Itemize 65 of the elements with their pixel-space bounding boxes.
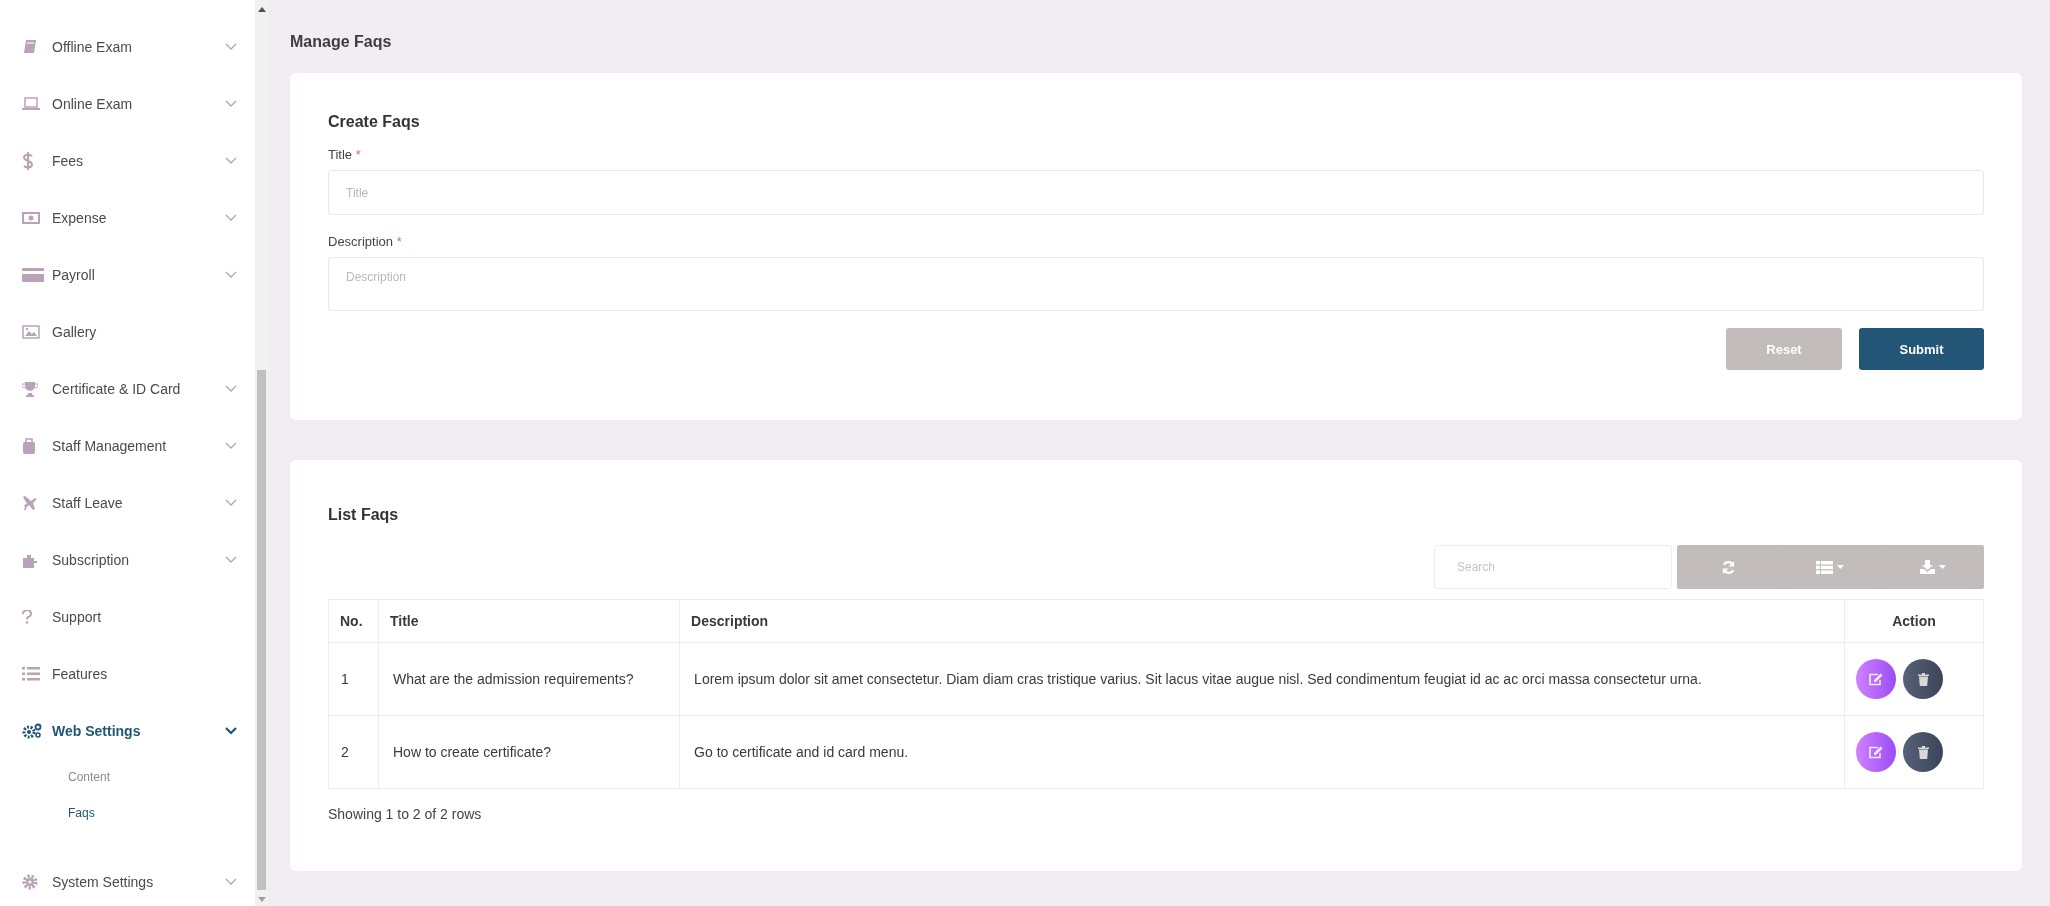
pagination-info: Showing 1 to 2 of 2 rows <box>328 806 482 822</box>
image-icon <box>22 324 40 339</box>
caret-icon <box>1837 565 1845 569</box>
trash-icon <box>1917 745 1929 759</box>
page-title: Manage Faqs <box>290 33 392 51</box>
sidebar-item[interactable]: Gallery <box>0 303 255 360</box>
title-input-field[interactable]: Title <box>328 170 1984 215</box>
trash-icon <box>1917 672 1929 686</box>
gears-icon <box>22 722 42 739</box>
sidebar-item[interactable]: Expense <box>0 189 255 246</box>
list-icon <box>1816 560 1834 574</box>
question-icon <box>22 609 32 624</box>
column-header: Description <box>679 599 1845 643</box>
sidebar-item[interactable]: Subscription <box>0 531 255 588</box>
sidebar-item[interactable]: Payroll <box>0 246 255 303</box>
dollar-icon <box>22 151 34 170</box>
sidebar-item[interactable]: Features <box>0 645 255 702</box>
scroll-up-arrow-icon[interactable] <box>257 6 266 12</box>
sidebar-item[interactable]: Offline Exam <box>0 18 255 75</box>
sidebar-item[interactable]: Certificate & ID Card <box>0 360 255 417</box>
banknote-icon <box>22 211 40 224</box>
scrollbar[interactable] <box>255 0 268 906</box>
submit-button[interactable]: Submit <box>1859 328 1984 370</box>
laptop-icon <box>22 96 40 111</box>
caret-icon <box>1938 565 1946 569</box>
gear-icon <box>22 873 38 890</box>
field-label: Description * <box>328 234 403 249</box>
sidebar-item[interactable]: System Settings <box>0 853 255 906</box>
refresh-icon <box>1720 559 1736 575</box>
table-cell: Lorem ipsum dolor sit amet consectetur. Diam diam cras tristique varius. Sit lacus vitae augue nisl. Sed condimentum feugiat id ac ac orci massa consectetur urna. <box>679 642 1845 716</box>
delete-button[interactable] <box>1903 659 1943 699</box>
field-label: Title * <box>328 147 362 162</box>
column-header: Action <box>1844 599 1984 643</box>
airplane-icon <box>22 494 38 511</box>
column-header: Title <box>378 599 680 643</box>
download-icon <box>1919 560 1935 574</box>
description-text-area[interactable]: Description <box>328 257 1984 311</box>
edit-icon <box>1869 672 1883 686</box>
card-title: List Faqs <box>328 506 399 524</box>
briefcase-icon <box>22 437 36 454</box>
search-field[interactable]: Search <box>1434 545 1672 589</box>
sidebar-item[interactable]: Staff Management <box>0 417 255 474</box>
column-header: No. <box>328 599 379 643</box>
table-cell: How to create certificate? <box>378 715 680 789</box>
table-cell: Go to certificate and id card menu. <box>679 715 1845 789</box>
sidebar-item[interactable]: Online Exam <box>0 75 255 132</box>
credit-card-icon <box>22 267 44 282</box>
sidebar-item[interactable]: Support <box>0 588 255 645</box>
edit-icon <box>1869 745 1883 759</box>
trophy-icon <box>22 380 38 397</box>
edit-button[interactable] <box>1856 659 1896 699</box>
table-cell: What are the admission requirements? <box>378 642 680 716</box>
row-number: 2 <box>328 715 379 789</box>
card-title: Create Faqs <box>328 113 420 131</box>
row-number: 1 <box>328 642 379 716</box>
sidebar-item[interactable]: Staff Leave <box>0 474 255 531</box>
scroll-down-arrow-icon[interactable] <box>257 897 266 903</box>
list-icon <box>22 666 40 681</box>
sidebar-item[interactable]: Fees <box>0 132 255 189</box>
submenu-item[interactable]: Faqs <box>68 806 95 820</box>
sidebar-item[interactable]: Web Settings <box>0 702 255 759</box>
edit-button[interactable] <box>1856 732 1896 772</box>
delete-button[interactable] <box>1903 732 1943 772</box>
book-icon <box>22 38 38 55</box>
submenu-item[interactable]: Content <box>68 770 111 784</box>
